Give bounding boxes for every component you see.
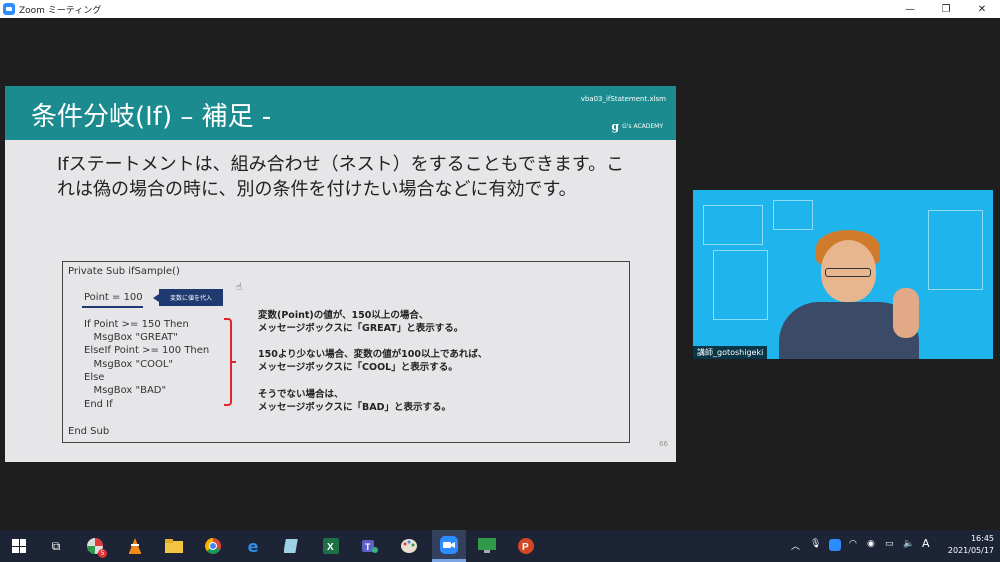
palette-icon bbox=[401, 539, 417, 553]
slide-page-number: 66 bbox=[659, 440, 668, 448]
explanation-cool: 150より少ない場合、変数の値が100以上であれば、 メッセージボックスに「CO… bbox=[258, 348, 487, 374]
svg-text:X: X bbox=[327, 542, 334, 553]
hand-cursor-icon: ☝ bbox=[236, 282, 243, 293]
explanation-bad: そうでない場合は、 メッセージボックスに「BAD」と表示する。 bbox=[258, 388, 451, 414]
code-line: MsgBox "GREAT" bbox=[84, 332, 178, 343]
brand-name: G's ACADEMY bbox=[622, 123, 663, 130]
code-sub-close: End Sub bbox=[68, 426, 110, 437]
svg-text:P: P bbox=[522, 542, 529, 553]
background-frame bbox=[703, 205, 763, 245]
code-line: MsgBox "BAD" bbox=[84, 385, 167, 396]
teams-icon[interactable]: T bbox=[360, 536, 380, 556]
participant-video[interactable]: 講師_gotoshigeki bbox=[693, 190, 993, 359]
system-clock[interactable]: 16:45 2021/05/17 bbox=[948, 533, 994, 557]
code-line: Else bbox=[84, 372, 105, 383]
explanation-line: メッセージボックスに「BAD」と表示する。 bbox=[258, 402, 452, 413]
zoom-small-icon bbox=[829, 539, 841, 551]
explanation-line: 変数(Point)の値が、150以上の場合、 bbox=[258, 310, 429, 321]
slide-title: 条件分岐(If) – 補足 - bbox=[31, 102, 272, 132]
shared-slide: 条件分岐(If) – 補足 - vba03_ifStatement.xlsm g… bbox=[5, 86, 676, 462]
folder-icon bbox=[165, 539, 183, 553]
code-example-box: Private Sub ifSample() Point = 100 変数に値を… bbox=[62, 261, 630, 443]
powerpoint-logo-icon: P bbox=[518, 538, 534, 554]
edge-icon[interactable]: e bbox=[243, 536, 263, 556]
explanation-line: メッセージボックスに「GREAT」と表示する。 bbox=[258, 323, 464, 334]
excel-logo-icon: X bbox=[323, 538, 339, 554]
code-point-assign: Point = 100 bbox=[84, 292, 143, 303]
explanation-great: 変数(Point)の値が、150以上の場合、 メッセージボックスに「GREAT」… bbox=[258, 309, 463, 335]
slide-header: 条件分岐(If) – 補足 - vba03_ifStatement.xlsm g… bbox=[5, 86, 676, 140]
background-frame bbox=[713, 250, 768, 320]
slide-brand-logo: g G's ACADEMY bbox=[611, 120, 663, 133]
clock-time: 16:45 bbox=[970, 534, 994, 543]
chrome-logo-icon bbox=[205, 538, 221, 554]
svg-text:T: T bbox=[365, 542, 371, 552]
person-hand bbox=[893, 288, 919, 338]
restore-button[interactable]: ❐ bbox=[928, 0, 964, 18]
paint-app-icon[interactable] bbox=[399, 536, 419, 556]
teams-logo-icon: T bbox=[362, 540, 378, 553]
book-icon bbox=[284, 539, 298, 553]
volume-icon[interactable]: 🔈 bbox=[903, 539, 914, 549]
vlc-icon[interactable] bbox=[125, 536, 145, 556]
slide-intro-text: Ifステートメントは、組み合わせ（ネスト）をすることもできます。これは偽の場合の… bbox=[57, 154, 625, 200]
background-frame bbox=[773, 200, 813, 230]
windows-taskbar: ⧉ 5 e X T P ︿ 🎙 ◠ ◉ ▭ 🔈 A 16:45 2021/05/… bbox=[0, 530, 1000, 562]
code-line: End If bbox=[84, 399, 113, 410]
zoom-tray-icon[interactable] bbox=[829, 539, 841, 554]
explanation-line: そうでない場合は、 bbox=[258, 389, 344, 400]
red-bracket bbox=[224, 318, 236, 406]
window-titlebar: Zoom ミーティング — ❐ ✕ bbox=[0, 0, 1000, 18]
background-frame bbox=[928, 210, 983, 290]
slide-filename: vba03_ifStatement.xlsm bbox=[580, 95, 666, 103]
window-title: Zoom ミーティング bbox=[19, 5, 102, 16]
zoom-app-icon bbox=[3, 3, 15, 15]
chrome-icon[interactable] bbox=[203, 536, 223, 556]
windows-logo-icon bbox=[12, 539, 26, 553]
zoom-logo-icon bbox=[440, 535, 458, 554]
microphone-icon[interactable]: 🎙 bbox=[810, 539, 821, 549]
code-line: ElseIf Point >= 100 Then bbox=[84, 345, 210, 356]
excel-icon[interactable]: X bbox=[321, 536, 341, 556]
notification-badge: 5 bbox=[98, 549, 107, 558]
notebook-app-icon[interactable] bbox=[282, 536, 302, 556]
point-callout: 変数に値を代入 bbox=[153, 289, 223, 306]
cone-icon bbox=[129, 538, 141, 554]
person-glasses bbox=[825, 268, 871, 277]
brand-mark-icon: g bbox=[611, 120, 620, 133]
code-line: If Point >= 150 Then bbox=[84, 319, 189, 330]
app-icon-badge[interactable]: 5 bbox=[85, 536, 107, 558]
explanation-line: 150より少ない場合、変数の値が100以上であれば、 bbox=[258, 349, 488, 360]
battery-icon[interactable]: ▭ bbox=[885, 539, 894, 549]
meeting-stage: 条件分岐(If) – 補足 - vba03_ifStatement.xlsm g… bbox=[0, 18, 1000, 530]
remote-desktop-icon[interactable] bbox=[477, 536, 497, 556]
explanation-line: メッセージボックスに「COOL」と表示する。 bbox=[258, 362, 458, 373]
start-button[interactable] bbox=[9, 536, 29, 556]
wifi-icon[interactable]: ◠ bbox=[849, 539, 857, 549]
minimize-button[interactable]: — bbox=[892, 0, 928, 18]
clock-date: 2021/05/17 bbox=[947, 546, 994, 555]
ime-indicator[interactable]: A bbox=[922, 537, 930, 550]
globe-icon[interactable]: ◉ bbox=[867, 539, 875, 549]
chevron-up-icon[interactable]: ︿ bbox=[791, 539, 800, 552]
close-button[interactable]: ✕ bbox=[964, 0, 1000, 18]
powerpoint-icon[interactable]: P bbox=[516, 536, 536, 556]
monitor-icon bbox=[478, 538, 496, 553]
point-underline bbox=[82, 306, 143, 308]
task-view-icon[interactable]: ⧉ bbox=[46, 536, 66, 556]
code-sub-open: Private Sub ifSample() bbox=[68, 266, 180, 277]
file-explorer-icon[interactable] bbox=[164, 536, 184, 556]
code-line: MsgBox "COOL" bbox=[84, 359, 173, 370]
zoom-taskbar-icon[interactable] bbox=[432, 530, 466, 559]
participant-name-label: 講師_gotoshigeki bbox=[693, 346, 768, 359]
